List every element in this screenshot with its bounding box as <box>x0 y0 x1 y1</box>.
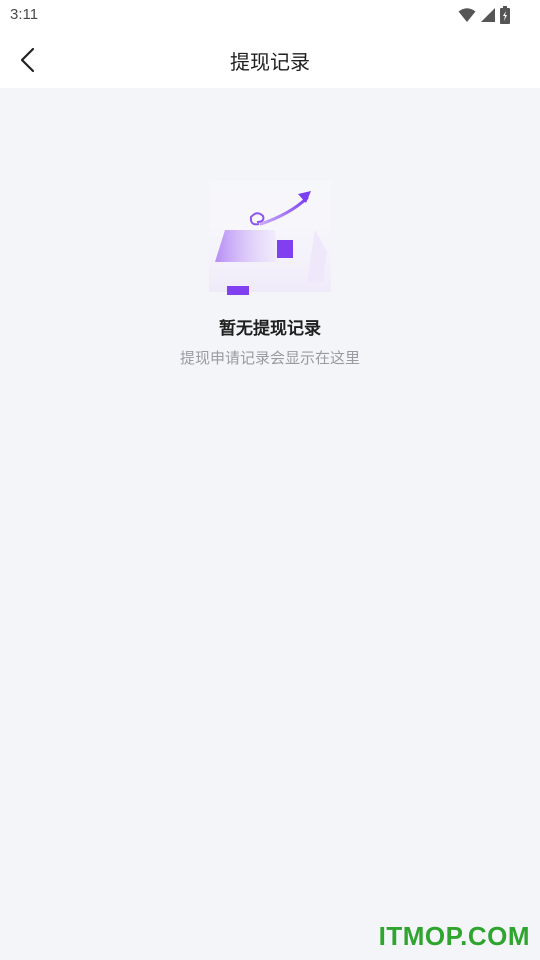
wifi-icon <box>458 8 476 22</box>
navigation-bar: 提现记录 <box>0 32 540 88</box>
status-time: 3:11 <box>10 6 39 23</box>
signal-icon <box>481 8 495 22</box>
battery-icon <box>500 6 510 24</box>
page-title: 提现记录 <box>230 50 310 74</box>
empty-box-illustration <box>209 180 331 295</box>
status-icons <box>458 5 510 25</box>
empty-title: 暂无提现记录 <box>219 319 321 339</box>
empty-subtitle: 提现申请记录会显示在这里 <box>179 349 360 367</box>
watermark: ITMOP.COM <box>378 921 530 951</box>
empty-state: 暂无提现记录 提现申请记录会显示在这里 <box>0 170 540 368</box>
status-bar: 3:11 <box>0 0 540 32</box>
